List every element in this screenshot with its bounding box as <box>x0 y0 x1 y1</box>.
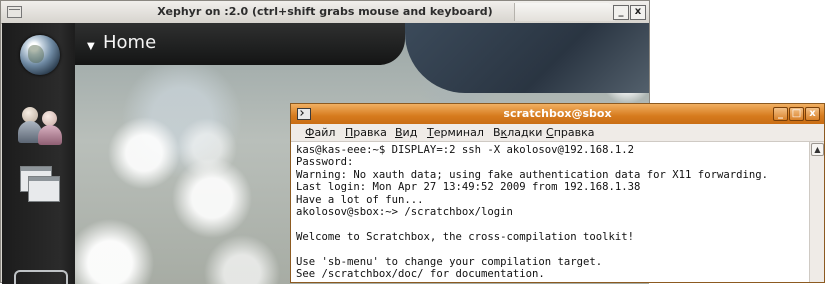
menu-tabs[interactable]: Вкладки <box>493 126 542 139</box>
terminal-minimize-button[interactable]: _ <box>773 107 788 121</box>
menu-terminal[interactable]: Терминал <box>427 126 484 139</box>
terminal-line: Use 'sb-menu' to change your compilation… <box>296 255 603 268</box>
terminal-maximize-button[interactable]: □ <box>789 107 804 121</box>
status-area <box>405 23 649 93</box>
chevron-down-icon[interactable]: ▼ <box>87 41 95 52</box>
terminal-line: Last login: Mon Apr 27 13:49:52 2009 fro… <box>296 181 641 194</box>
minimize-button[interactable]: _ <box>613 5 629 20</box>
menu-help[interactable]: Справка <box>546 126 594 139</box>
titlebar-tab-decoration <box>514 3 615 21</box>
terminal-line: Password: <box>296 156 354 169</box>
menu-edit[interactable]: Правка <box>345 126 387 139</box>
terminal-scrollbar[interactable]: ▲ <box>809 142 824 282</box>
terminal-menubar: Файл Правка Вид Терминал Вкладки Справка <box>291 124 824 142</box>
menu-file[interactable]: Файл <box>305 126 335 139</box>
terminal-window: scratchbox@sbox _ □ x Файл Правка Вид Те… <box>290 103 825 283</box>
contacts-icon[interactable] <box>18 105 64 145</box>
menu-view[interactable]: Вид <box>395 126 417 139</box>
terminal-line: Welcome to Scratchbox, the cross-compila… <box>296 230 635 243</box>
terminal-line: akolosov@sbox:~> /scratchbox/login <box>296 205 513 218</box>
terminal-titlebar[interactable]: scratchbox@sbox _ □ x <box>291 104 824 124</box>
terminal-line: kas@kas-eee:~$ DISPLAY=:2 ssh -X akoloso… <box>296 144 635 156</box>
terminal-title: scratchbox@sbox <box>503 107 612 120</box>
xephyr-titlebar[interactable]: Xephyr on :2.0 (ctrl+shift grabs mouse a… <box>1 1 649 24</box>
terminal-close-button[interactable]: x <box>805 107 820 121</box>
terminal-output[interactable]: kas@kas-eee:~$ DISPLAY=:2 ssh -X akoloso… <box>291 142 810 282</box>
home-title-bar[interactable]: ▼ Home <box>75 23 405 65</box>
task-navigator <box>2 23 75 284</box>
web-browser-icon[interactable] <box>20 35 60 75</box>
close-button[interactable]: x <box>630 5 646 20</box>
applications-menu-icon[interactable] <box>14 270 68 284</box>
terminal-line: Warning: No xauth data; using fake authe… <box>296 168 768 181</box>
scroll-up-arrow-icon[interactable]: ▲ <box>811 143 824 156</box>
terminal-line: Have a lot of fun... <box>296 193 424 206</box>
terminal-line: See /scratchbox/doc/ for documentation. <box>296 267 545 280</box>
application-switcher-icon[interactable] <box>20 166 62 204</box>
home-title[interactable]: Home <box>103 32 156 53</box>
